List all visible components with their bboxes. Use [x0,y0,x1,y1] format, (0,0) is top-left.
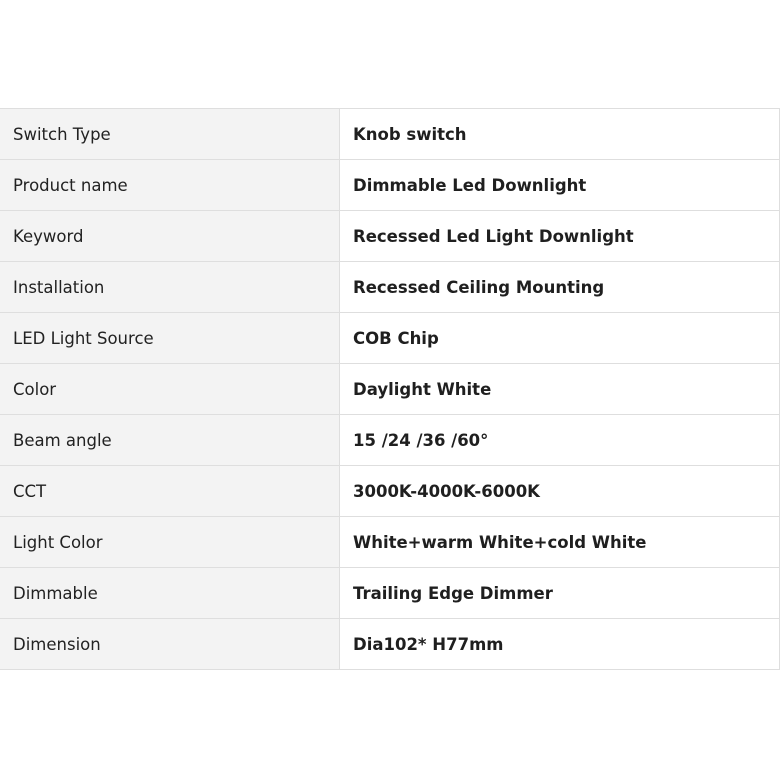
spec-row-cct: CCT 3000K-4000K-6000K [0,465,780,517]
spec-value: COB Chip [339,312,780,364]
spec-value: 3000K-4000K-6000K [339,465,780,517]
spec-label: Installation [0,261,340,313]
spec-value: 15 /24 /36 /60° [339,414,780,466]
spec-value: Daylight White [339,363,780,415]
spec-row-beam-angle: Beam angle 15 /24 /36 /60° [0,414,780,466]
spec-value: Dimmable Led Downlight [339,159,780,211]
product-spec-table: Switch Type Knob switch Product name Dim… [0,108,780,670]
spec-label: Dimmable [0,567,340,619]
spec-value: Knob switch [339,108,780,160]
spec-value: Trailing Edge Dimmer [339,567,780,619]
spec-row-color: Color Daylight White [0,363,780,415]
spec-row-installation: Installation Recessed Ceiling Mounting [0,261,780,313]
spec-label: Product name [0,159,340,211]
spec-value: Dia102* H77mm [339,618,780,670]
spec-label: Dimension [0,618,340,670]
spec-value: Recessed Ceiling Mounting [339,261,780,313]
spec-row-led-light-source: LED Light Source COB Chip [0,312,780,364]
spec-row-light-color: Light Color White+warm White+cold White [0,516,780,568]
spec-label: Keyword [0,210,340,262]
spec-label: Color [0,363,340,415]
spec-row-product-name: Product name Dimmable Led Downlight [0,159,780,211]
spec-row-dimmable: Dimmable Trailing Edge Dimmer [0,567,780,619]
spec-row-dimension: Dimension Dia102* H77mm [0,618,780,670]
spec-row-switch-type: Switch Type Knob switch [0,108,780,160]
spec-label: CCT [0,465,340,517]
spec-value: White+warm White+cold White [339,516,780,568]
spec-value: Recessed Led Light Downlight [339,210,780,262]
spec-label: Beam angle [0,414,340,466]
spec-label: LED Light Source [0,312,340,364]
spec-row-keyword: Keyword Recessed Led Light Downlight [0,210,780,262]
spec-label: Light Color [0,516,340,568]
spec-label: Switch Type [0,108,340,160]
